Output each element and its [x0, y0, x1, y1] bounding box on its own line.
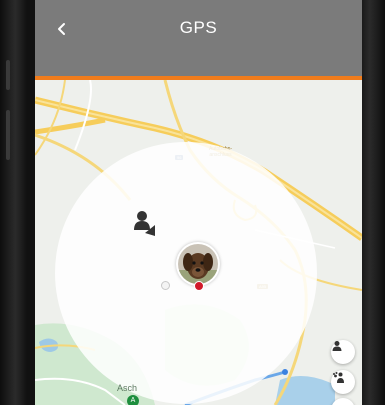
- app-header: GPS: [35, 0, 362, 80]
- pet-and-owner-button[interactable]: [331, 370, 355, 394]
- app-screen: GPS Autoba: [35, 0, 362, 405]
- page-title: GPS: [179, 18, 218, 37]
- owner-location-marker[interactable]: [133, 209, 159, 237]
- pet-owner-icon: [333, 372, 344, 383]
- pet-location-dot: [161, 281, 170, 290]
- owner-location-button[interactable]: [331, 340, 355, 364]
- dog-avatar-icon: [178, 244, 218, 284]
- map-poi-marker[interactable]: A: [127, 395, 139, 405]
- map-view[interactable]: Autobahn-anschluss 96 A95 Asch A: [35, 80, 362, 405]
- status-dot: [194, 281, 204, 291]
- phone-side-button: [6, 110, 10, 160]
- person-icon: [134, 211, 155, 236]
- map-place-label: Asch: [117, 383, 138, 393]
- pet-avatar[interactable]: [176, 242, 220, 286]
- phone-side-button: [6, 60, 10, 90]
- person-icon: [332, 341, 342, 351]
